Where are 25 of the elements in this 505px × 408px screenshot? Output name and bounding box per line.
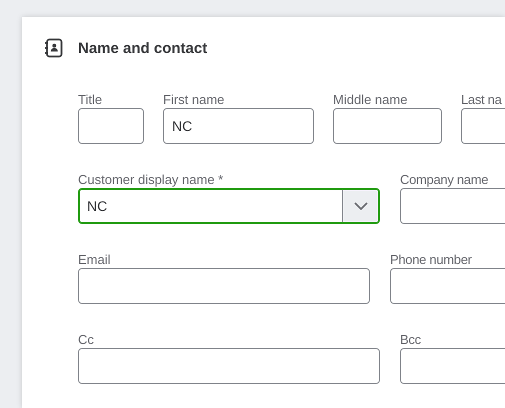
- field-label: Company name: [400, 172, 490, 187]
- section-title: Name and contact: [78, 40, 208, 56]
- chevron-down-icon: [354, 202, 368, 210]
- input-field[interactable]: [78, 268, 370, 304]
- field-label: Customer display name *: [78, 172, 224, 187]
- input-field[interactable]: [400, 188, 505, 224]
- field-label: Bcc: [400, 332, 422, 347]
- input-field[interactable]: NC: [163, 108, 314, 144]
- contact-book-icon: [44, 38, 64, 58]
- field-label: Email: [78, 252, 112, 267]
- field-label: Title: [78, 92, 104, 107]
- field-label: Last na: [461, 92, 503, 107]
- input-field[interactable]: [400, 348, 505, 384]
- input-field[interactable]: [333, 108, 442, 144]
- input-field[interactable]: [78, 108, 144, 144]
- input-field[interactable]: [78, 348, 380, 384]
- field-label: Middle name: [333, 92, 408, 107]
- input-field[interactable]: [461, 108, 505, 144]
- field-label: Cc: [78, 332, 95, 347]
- display-name-dropdown[interactable]: NC: [78, 188, 380, 224]
- dropdown-button[interactable]: [342, 190, 378, 222]
- input-field[interactable]: [390, 268, 505, 304]
- field-value: NC: [86, 197, 108, 216]
- field-label: First name: [163, 92, 226, 107]
- field-label: Phone number: [390, 252, 473, 267]
